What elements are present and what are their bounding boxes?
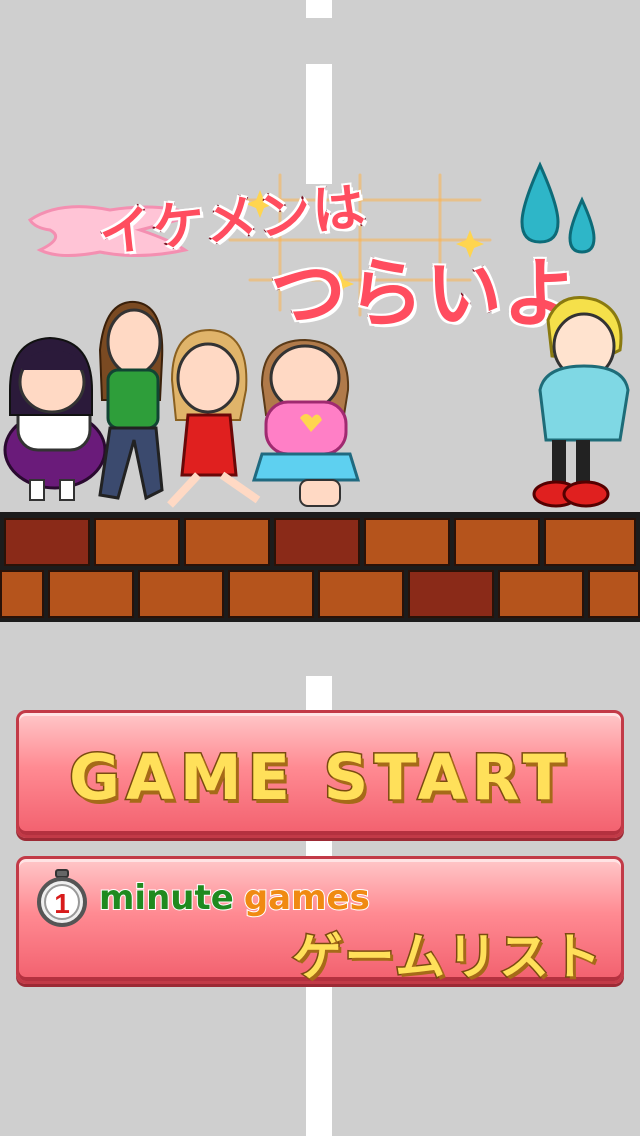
game-title: イケメンは つらいよ xyxy=(20,160,620,340)
brick xyxy=(318,570,404,618)
character-boy xyxy=(532,296,630,508)
character-girl-1 xyxy=(3,336,107,501)
game-list-button[interactable]: 1 minute games ゲームリスト xyxy=(16,856,624,988)
game-start-label: GAME START xyxy=(68,740,571,816)
brick xyxy=(274,518,360,566)
character-girl-4 xyxy=(251,338,361,507)
brick-ground xyxy=(0,512,640,622)
brick xyxy=(138,570,224,618)
brick xyxy=(0,570,44,618)
brick xyxy=(498,570,584,618)
brick xyxy=(184,518,270,566)
lane-marking-top xyxy=(306,0,332,18)
brick xyxy=(228,570,314,618)
brick xyxy=(48,570,134,618)
minute-text: minute xyxy=(98,877,235,919)
lane-marking xyxy=(306,968,332,1136)
brick xyxy=(454,518,540,566)
brick xyxy=(408,570,494,618)
brick xyxy=(544,518,636,566)
stopwatch-number: 1 xyxy=(54,888,70,919)
brick xyxy=(364,518,450,566)
character-girl-2 xyxy=(98,300,164,501)
games-text: games xyxy=(243,877,371,919)
stopwatch-icon: 1 xyxy=(37,869,87,927)
brick xyxy=(4,518,90,566)
brick xyxy=(94,518,180,566)
character-girl-3 xyxy=(167,328,261,508)
game-list-label: ゲームリスト xyxy=(291,927,603,988)
game-start-button[interactable]: GAME START xyxy=(16,710,624,838)
characters-illustration xyxy=(3,296,630,508)
brick xyxy=(588,570,640,618)
